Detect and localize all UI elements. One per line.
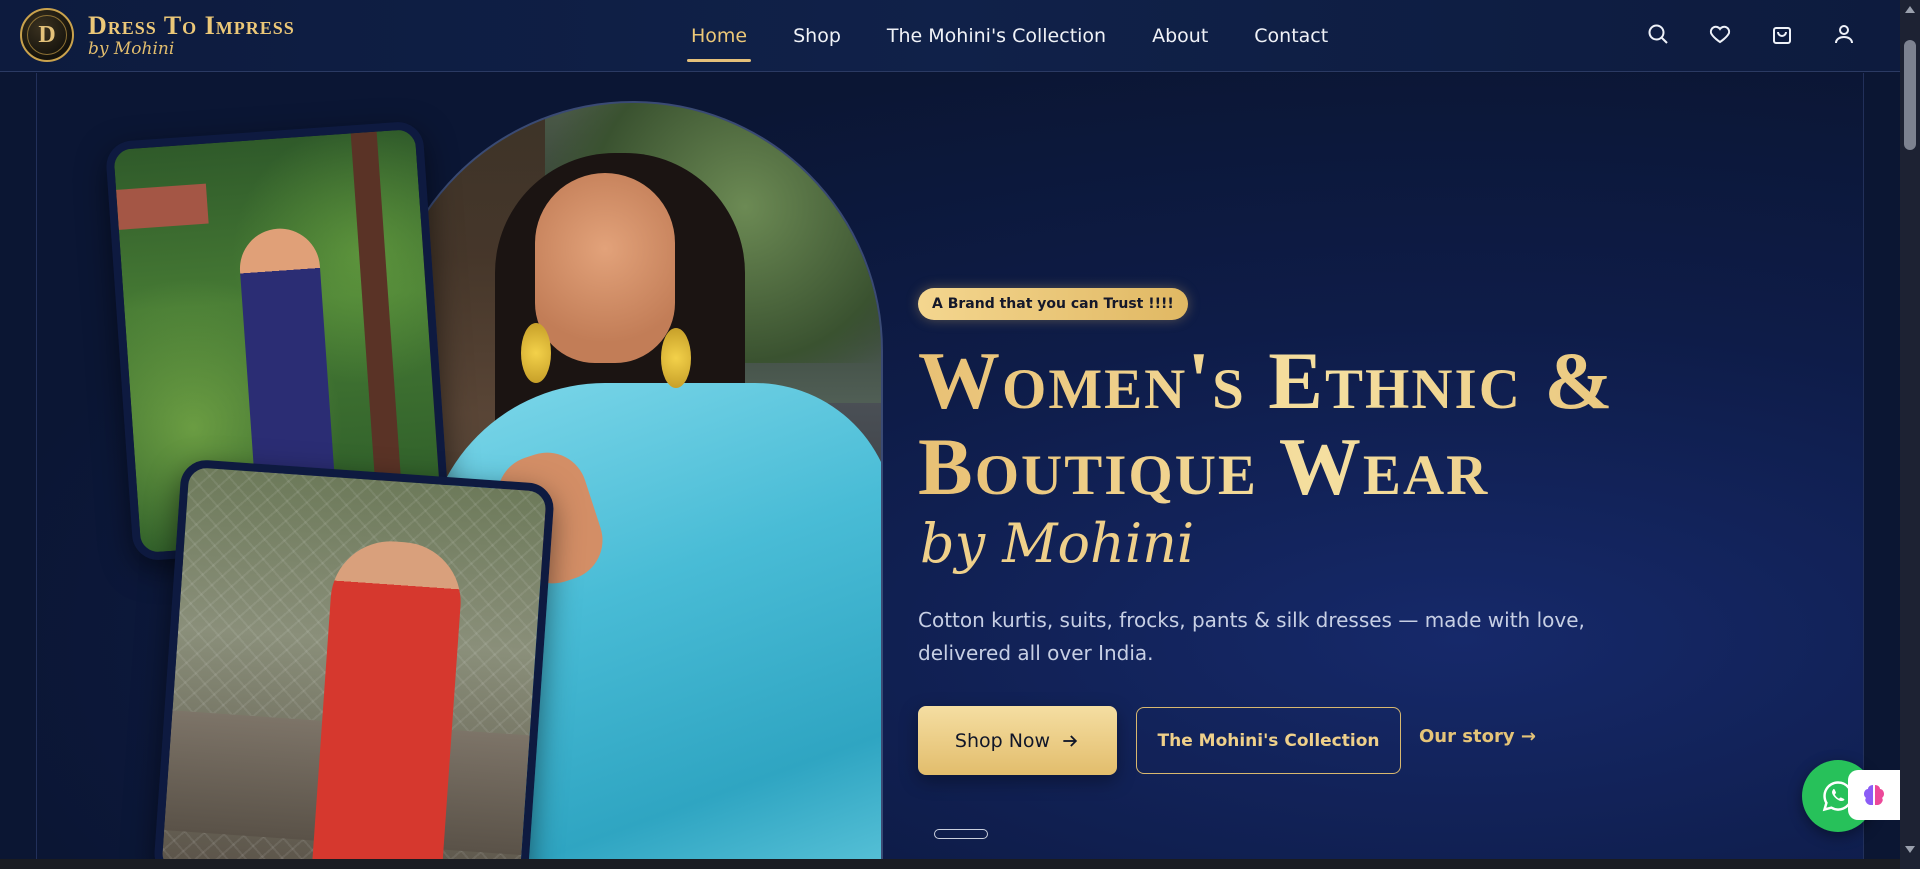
wishlist-button[interactable] (1704, 18, 1736, 50)
scroll-thumb[interactable] (1904, 40, 1916, 150)
scroll-down-icon[interactable] (1905, 846, 1915, 853)
mohinis-collection-button[interactable]: The Mohini's Collection (1136, 707, 1401, 774)
carousel-indicator[interactable] (934, 829, 988, 839)
hero-byline: by Mohini (920, 512, 1195, 575)
assistant-widget[interactable] (1848, 770, 1900, 820)
main-nav: Home Shop The Mohini's Collection About … (686, 0, 1374, 72)
nav-home[interactable]: Home (686, 21, 752, 62)
logo-monogram: D (20, 8, 74, 62)
brand-subtitle: by Mohini (88, 38, 175, 59)
hero-photo-red-suit (152, 458, 556, 859)
logo-text: Dress To Impress by Mohini (88, 10, 295, 59)
shop-now-label: Shop Now (954, 729, 1051, 752)
search-button[interactable] (1642, 18, 1674, 50)
user-icon (1835, 25, 1853, 44)
nav-about[interactable]: About (1152, 21, 1208, 51)
trust-badge: A Brand that you can Trust !!!! (918, 288, 1188, 320)
headline-line-2: Boutique Wear (918, 421, 1490, 512)
site-header: D Dress To Impress by Mohini Home Shop T… (0, 0, 1900, 72)
our-story-link[interactable]: Our story → (1419, 726, 1536, 747)
bag-icon (1773, 27, 1791, 44)
scroll-up-icon[interactable] (1905, 6, 1915, 13)
brand-title: Dress To Impress (88, 10, 295, 40)
shop-now-button[interactable]: Shop Now (918, 706, 1117, 775)
hero-headline: Women's Ethnic & Boutique Wear (918, 338, 1818, 510)
page-scrollbar[interactable] (1900, 0, 1920, 869)
account-button[interactable] (1828, 18, 1860, 50)
nav-shop[interactable]: Shop (793, 21, 841, 51)
heart-icon (1709, 25, 1731, 44)
headline-line-1: Women's Ethnic & (918, 335, 1615, 426)
nav-contact[interactable]: Contact (1254, 21, 1328, 51)
hero-description: Cotton kurtis, suits, frocks, pants & si… (918, 608, 1585, 665)
header-tools (1642, 18, 1860, 50)
arrow-right-icon (1063, 734, 1078, 747)
bottom-strip (0, 859, 1900, 869)
brain-icon (1864, 785, 1884, 805)
cart-button[interactable] (1766, 18, 1798, 50)
nav-mohinis-collection[interactable]: The Mohini's Collection (887, 21, 1106, 51)
brand-logo[interactable]: D Dress To Impress by Mohini (20, 8, 295, 62)
search-icon (1648, 24, 1668, 44)
